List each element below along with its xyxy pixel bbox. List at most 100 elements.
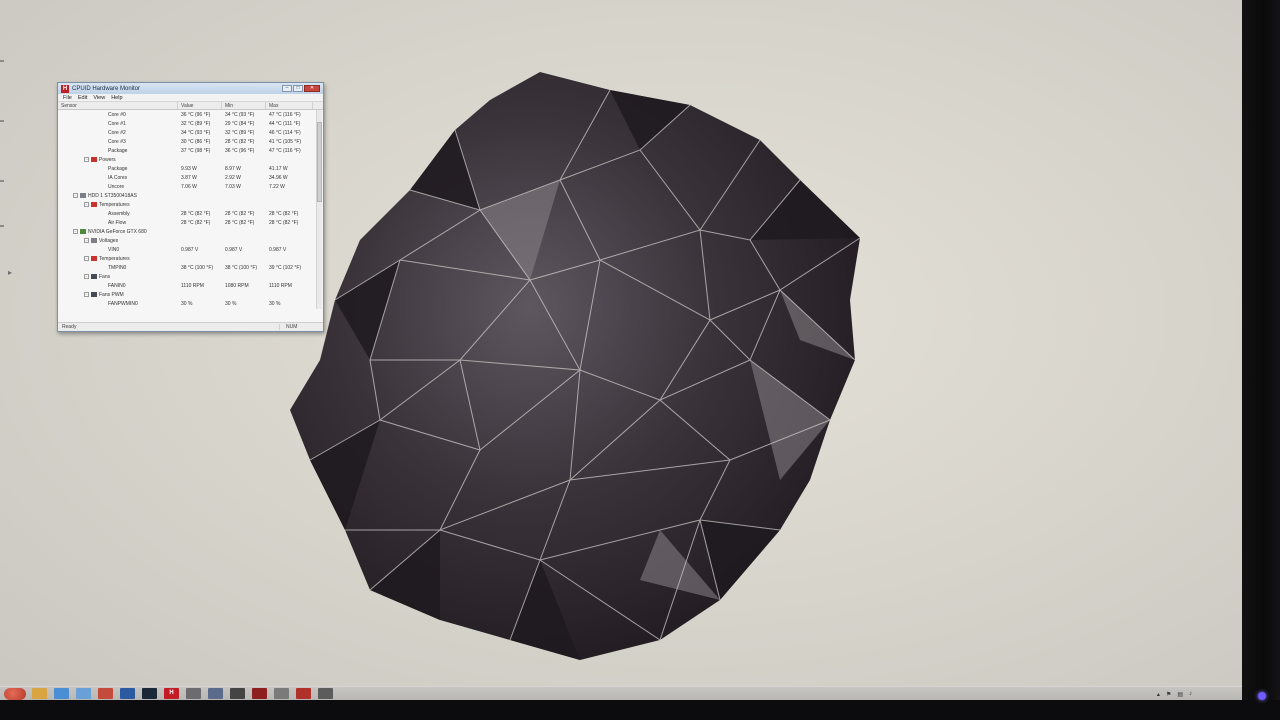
sensor-label: Core #2 <box>108 129 126 136</box>
minimize-button[interactable]: – <box>282 85 292 92</box>
sensor-name-cell: Core #2 <box>58 130 178 136</box>
sensor-row[interactable]: Assembly 28 °C (82 °F) 28 °C (82 °F) 28 °C … <box>58 209 323 218</box>
menu-edit[interactable]: Edit <box>78 95 87 101</box>
tree-collapse-icon[interactable]: − <box>84 238 89 243</box>
sensor-group-row[interactable]: − Powers <box>58 155 323 164</box>
sensor-group-row[interactable]: − Voltages <box>58 236 323 245</box>
tree-collapse-icon[interactable]: − <box>84 202 89 207</box>
power-led-icon <box>1258 692 1266 700</box>
menu-help[interactable]: Help <box>111 95 122 101</box>
sensor-row[interactable]: Core #1 32 °C (89 °F) 29 °C (84 °F) 44 °C (… <box>58 119 323 128</box>
explorer-icon[interactable] <box>32 688 47 699</box>
power-icon <box>91 157 97 162</box>
flag-icon[interactable]: ⚑ <box>1166 691 1171 698</box>
app-icon-4[interactable] <box>274 688 289 699</box>
word-icon[interactable] <box>120 688 135 699</box>
steam-icon[interactable] <box>142 688 157 699</box>
maximize-button[interactable]: □ <box>293 85 303 92</box>
sensor-row[interactable]: Package 37 °C (98 °F) 36 °C (96 °F) 47 °C (… <box>58 146 323 155</box>
sensor-group-row[interactable]: − Temperatures <box>58 254 323 263</box>
sensor-row[interactable]: FANPWMIN0 30 % 30 % 30 % <box>58 299 323 308</box>
desktop: ▸ H CPUID Hardware Monitor – □ ✕ File Ed… <box>0 0 1242 700</box>
sensor-value: 28 °C (82 °F) <box>181 219 211 226</box>
sensor-name-cell: − NVIDIA GeForce GTX 680 <box>58 229 178 235</box>
column-header-value[interactable]: Value <box>178 102 222 109</box>
volume-icon[interactable]: ♪ <box>1189 691 1192 697</box>
scrollbar-thumb[interactable] <box>317 122 322 202</box>
hwmonitor-window[interactable]: H CPUID Hardware Monitor – □ ✕ File Edit… <box>57 82 324 332</box>
sensor-row[interactable]: Package 9.93 W 8.97 W 41.17 W <box>58 164 323 173</box>
sensor-row[interactable]: TMPIN0 38 °C (100 °F) 38 °C (100 °F) 39 °C … <box>58 263 323 272</box>
sensor-max: 47 °C (116 °F) <box>269 111 301 118</box>
menu-file[interactable]: File <box>63 95 72 101</box>
sensor-tree[interactable]: Core #0 36 °C (96 °F) 34 °C (93 °F) 47 °C (… <box>58 110 323 309</box>
app-icon-2[interactable] <box>230 688 245 699</box>
sensor-group-row[interactable]: − Temperatures <box>58 200 323 209</box>
chrome-icon[interactable] <box>98 688 113 699</box>
tree-collapse-icon[interactable]: − <box>84 274 89 279</box>
chevron-up-icon[interactable]: ▴ <box>1157 691 1160 698</box>
start-button[interactable] <box>4 687 26 700</box>
sensor-max: 41.17 W <box>269 165 288 172</box>
app-icon-1[interactable] <box>208 688 223 699</box>
thermometer-icon <box>91 202 97 207</box>
sensor-label: Voltages <box>99 237 119 244</box>
sensor-name-cell: − Temperatures <box>58 256 178 262</box>
sensor-row[interactable]: Core #2 34 °C (93 °F) 32 °C (89 °F) 46 °C (… <box>58 128 323 137</box>
hwmonitor-app-icon: H <box>61 84 69 93</box>
vertical-scrollbar[interactable] <box>316 110 322 309</box>
sensor-group-row[interactable]: − NVIDIA GeForce GTX 680 <box>58 227 323 236</box>
menu-view[interactable]: View <box>93 95 105 101</box>
column-header-min[interactable]: Min <box>222 102 266 109</box>
sensor-label: Powers <box>99 156 116 163</box>
title-bar[interactable]: H CPUID Hardware Monitor – □ ✕ <box>58 83 323 94</box>
sensor-row[interactable]: FANIN0 1110 RPM 1080 RPM 1110 RPM <box>58 281 323 290</box>
column-header-max[interactable]: Max <box>266 102 313 109</box>
tree-collapse-icon[interactable]: − <box>84 157 89 162</box>
app-icon-5[interactable] <box>296 688 311 699</box>
sensor-max: 46 °C (114 °F) <box>269 129 301 136</box>
sensor-value: 3.87 W <box>181 174 197 181</box>
sensor-row[interactable]: IA Cores 3.87 W 2.92 W 34.96 W <box>58 173 323 182</box>
sensor-label: Uncore <box>108 183 125 190</box>
sensor-row[interactable]: Core #0 36 °C (96 °F) 34 °C (93 °F) 47 °C (… <box>58 110 323 119</box>
sensor-min: 36 °C (96 °F) <box>225 147 255 154</box>
sensor-label: Fans <box>99 273 111 280</box>
sensor-label: IA Cores <box>108 174 128 181</box>
app-icon-6[interactable] <box>318 688 333 699</box>
column-header-sensor[interactable]: Sensor <box>58 102 178 109</box>
settings-icon[interactable] <box>186 688 201 699</box>
sensor-row[interactable]: Core #3 30 °C (86 °F) 28 °C (82 °F) 41 °C (… <box>58 137 323 146</box>
network-icon[interactable]: ▤ <box>1177 691 1183 698</box>
monitor-bezel <box>1242 0 1280 720</box>
sensor-max: 28 °C (82 °F) <box>269 210 299 217</box>
ie-icon[interactable] <box>54 688 69 699</box>
sensor-row[interactable]: Uncore 7.06 W 7.03 W 7.22 W <box>58 182 323 191</box>
desktop-icon-edge[interactable] <box>0 225 4 227</box>
sensor-min: 7.03 W <box>225 183 241 190</box>
desktop-icon-edge[interactable] <box>0 120 4 122</box>
sensor-label: HDD 1 ST3500418AS <box>88 192 137 199</box>
desktop-icon-edge[interactable] <box>0 180 4 182</box>
sensor-group-row[interactable]: − Fans PWM <box>58 290 323 299</box>
sensor-group-row[interactable]: − HDD 1 ST3500418AS <box>58 191 323 200</box>
close-button[interactable]: ✕ <box>304 85 320 92</box>
sensor-value: 1110 RPM <box>181 282 204 289</box>
tree-collapse-icon[interactable]: − <box>84 256 89 261</box>
sensor-row[interactable]: VIN0 0.987 V 0.987 V 0.987 V <box>58 245 323 254</box>
sensor-name-cell: IA Cores <box>58 175 178 181</box>
tree-collapse-icon[interactable]: − <box>73 229 78 234</box>
desktop-icon-edge[interactable] <box>0 60 4 62</box>
sensor-value: 30 % <box>181 300 193 307</box>
sensor-row[interactable]: Air Flow 28 °C (82 °F) 28 °C (82 °F) 28 °C … <box>58 218 323 227</box>
tree-collapse-icon[interactable]: − <box>73 193 78 198</box>
sensor-group-row[interactable]: − Fans <box>58 272 323 281</box>
hwmonitor-icon[interactable]: H <box>164 688 179 699</box>
sensor-label: FANIN0 <box>108 282 126 289</box>
sensor-max: 0.987 V <box>269 246 287 253</box>
tree-collapse-icon[interactable]: − <box>84 292 89 297</box>
sensor-name-cell: VIN0 <box>58 247 178 253</box>
taskbar-apps: H <box>32 688 333 699</box>
mediaplayer-icon[interactable] <box>76 688 91 699</box>
app-icon-3[interactable] <box>252 688 267 699</box>
